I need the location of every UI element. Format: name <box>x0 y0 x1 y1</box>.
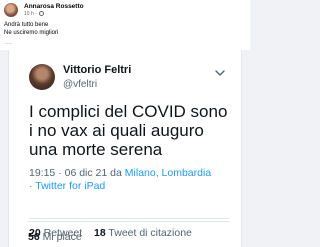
divider <box>28 221 230 222</box>
facebook-post: Annarosa Rossetto 10 h · Andrà tutto ben… <box>0 0 250 247</box>
tweet-author-name: Vittorio Feltri <box>63 64 132 76</box>
post-text-line: Ne usciremo migliori <box>4 30 59 36</box>
likes-label: Mi piace <box>42 231 82 243</box>
chevron-down-icon <box>215 70 225 76</box>
quote-count: 18 <box>93 227 106 239</box>
tweet-text-line: i no vax ai quali auguro <box>29 121 204 140</box>
author-name[interactable]: Annarosa Rossetto <box>24 3 84 10</box>
tweet-likes: 56 Mi piace <box>28 231 82 243</box>
tweet-meta: 19:15 · 06 dic 21 da Milano, Lombardia ·… <box>29 167 212 192</box>
post-more-ellipsis[interactable]: ... <box>5 40 12 46</box>
tweet-card: Vittorio Feltri @vfeltri I complici del … <box>8 50 242 247</box>
tweet-text-line: una morte serena <box>29 140 163 159</box>
tweet-author-handle: @vfeltri <box>63 79 98 90</box>
tweet-source: Twitter for iPad <box>35 180 106 192</box>
post-timestamp[interactable]: 10 h <box>24 11 34 17</box>
post-text-line: Andrà tutto bene <box>4 22 49 28</box>
divider <box>29 218 229 219</box>
tweet-screenshot[interactable]: Vittorio Feltri @vfeltri I complici del … <box>0 50 250 247</box>
tweet-text-line: I complici del COVID sono <box>29 102 228 121</box>
tweet-text: I complici del COVID sono i no vax ai qu… <box>29 102 239 159</box>
globe-icon <box>39 11 45 16</box>
tweet-author-avatar <box>29 64 55 90</box>
likes-count: 56 <box>28 231 40 243</box>
author-avatar[interactable] <box>4 3 18 17</box>
tweet-date: 06 dic 21 <box>64 167 108 179</box>
tweet-da: da <box>110 167 122 179</box>
tweet-time: 19:15 <box>29 167 56 179</box>
tweet-location: Milano, Lombardia <box>124 167 212 179</box>
post-meta: 10 h · <box>24 11 45 17</box>
quote-label: Tweet di citazione <box>108 227 192 239</box>
